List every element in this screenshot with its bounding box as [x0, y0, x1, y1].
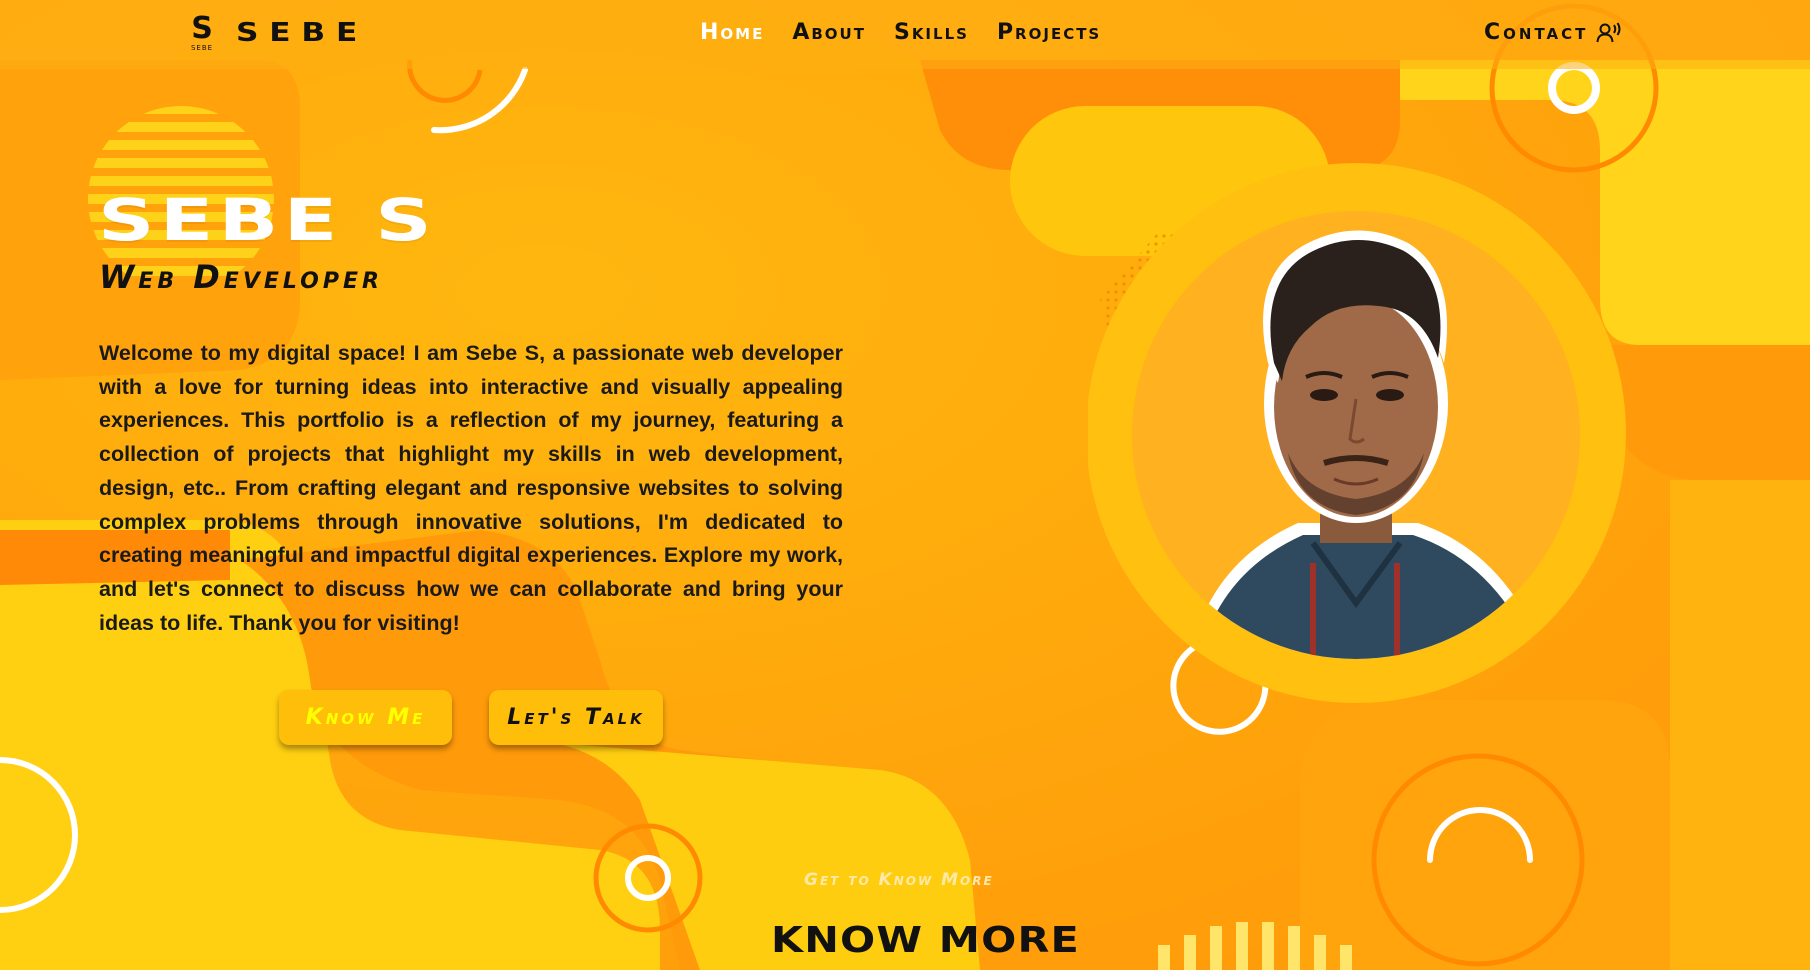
nav-skills[interactable]: Skills	[894, 20, 969, 45]
logo-mark-caption: SEBE	[190, 44, 214, 52]
nav-about[interactable]: About	[792, 20, 866, 45]
site-logo[interactable]: S SEBE SEBE	[186, 11, 357, 53]
hero-name: SEBE S	[98, 186, 438, 254]
logo-mark-glyph: S	[191, 11, 213, 46]
portfolio-page: S SEBE SEBE Home About Skills Projects C…	[0, 0, 1810, 970]
hero-description: Welcome to my digital space! I am Sebe S…	[99, 341, 843, 635]
know-me-button[interactable]: Know Me	[279, 690, 452, 745]
more-subtitle: Get to Know More	[804, 870, 994, 890]
lets-talk-button[interactable]: Let's Talk	[489, 690, 663, 745]
profile-photo	[1086, 163, 1648, 727]
nav-links: Home About Skills Projects	[700, 20, 1101, 45]
nav-projects[interactable]: Projects	[997, 20, 1101, 45]
user-voice-icon	[1596, 21, 1622, 44]
hero-role: Web Developer	[99, 258, 383, 296]
nav-home[interactable]: Home	[700, 20, 764, 45]
contact-label: Contact	[1484, 20, 1589, 45]
logo-text: SEBE	[236, 18, 369, 48]
logo-mark-icon: S SEBE	[186, 11, 218, 53]
more-title: KNOW MORE	[771, 920, 1080, 961]
nav-contact[interactable]: Contact	[1484, 20, 1622, 45]
top-navbar: S SEBE SEBE Home About Skills Projects C…	[0, 0, 1810, 69]
